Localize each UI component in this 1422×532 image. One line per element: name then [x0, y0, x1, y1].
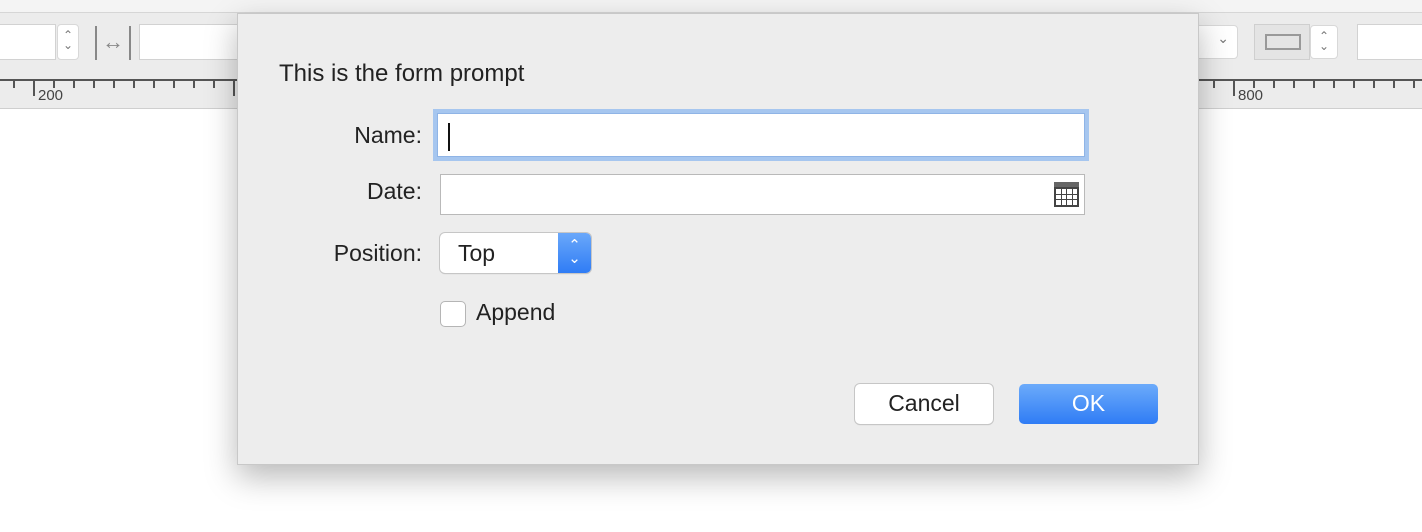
toolbar-stepper[interactable]: ⌃ ⌄ — [57, 24, 79, 60]
position-selected-value: Top — [458, 240, 496, 266]
ruler-tick — [13, 80, 15, 88]
chevron-up-down-icon: ⌃ ⌄ — [558, 233, 591, 273]
ruler-tick — [1373, 80, 1375, 88]
date-label: Date: — [367, 178, 422, 204]
ruler-tick — [173, 80, 175, 88]
ruler-tick — [53, 80, 55, 88]
form-prompt: This is the form prompt — [279, 60, 525, 87]
ruler-tick — [153, 80, 155, 88]
ruler-tick — [1313, 80, 1315, 88]
ruler-tick — [1273, 80, 1275, 88]
ruler-tick — [133, 80, 135, 88]
ruler-tick — [1393, 80, 1395, 88]
ruler-tick — [33, 80, 35, 96]
ruler-tick — [1253, 80, 1255, 88]
form-dialog: This is the form prompt Name: Date: Posi… — [237, 13, 1199, 465]
toolbar-width-field[interactable] — [139, 24, 249, 60]
ruler-tick — [93, 80, 95, 88]
ruler-label: 800 — [1238, 87, 1264, 104]
ruler-tick — [193, 80, 195, 88]
toolbar-number-field[interactable] — [0, 24, 56, 60]
append-checkbox[interactable] — [440, 301, 466, 327]
append-label[interactable]: Append — [476, 299, 555, 326]
rectangle-icon — [1265, 34, 1301, 50]
border-style-button[interactable] — [1254, 24, 1310, 60]
ruler-tick — [1333, 80, 1335, 88]
ruler-tick — [1213, 80, 1215, 88]
ruler-tick — [113, 80, 115, 88]
ruler-tick — [1413, 80, 1415, 88]
window-titlebar — [0, 0, 1422, 13]
calendar-icon[interactable] — [1054, 182, 1079, 207]
position-label: Position: — [333, 240, 422, 266]
date-input[interactable] — [440, 174, 1085, 215]
ruler-label: 200 — [38, 87, 64, 104]
ruler-tick — [1233, 80, 1235, 96]
name-label: Name: — [354, 122, 422, 148]
width-arrows-icon: ↔ — [95, 26, 131, 60]
toolbar-right-field[interactable] — [1357, 24, 1422, 60]
ok-button[interactable]: OK — [1019, 384, 1158, 424]
ruler-tick — [1353, 80, 1355, 88]
cancel-button[interactable]: Cancel — [855, 384, 993, 424]
name-input[interactable] — [437, 113, 1085, 157]
border-stepper[interactable]: ⌃ ⌄ — [1310, 25, 1338, 59]
ruler-tick — [233, 80, 235, 96]
ruler-tick — [73, 80, 75, 88]
position-popup[interactable]: Top ⌃ ⌄ — [440, 233, 591, 273]
ruler-tick — [1293, 80, 1295, 88]
ruler-tick — [213, 80, 215, 88]
text-caret — [448, 123, 450, 151]
